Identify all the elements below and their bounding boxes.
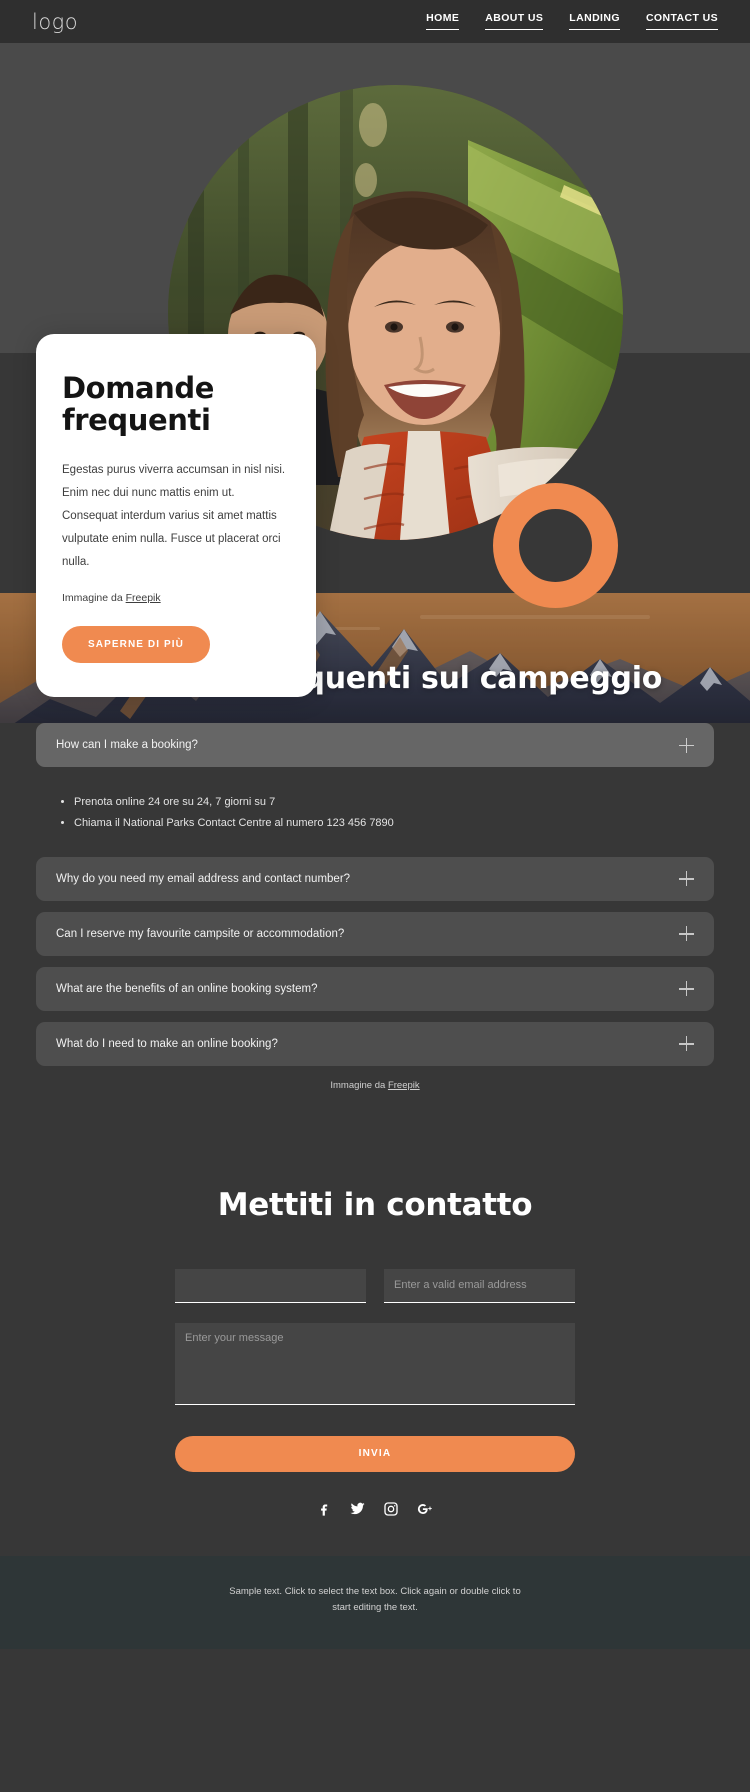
twitter-icon[interactable] <box>349 1500 366 1517</box>
faq-item-2[interactable]: Can I reserve my favourite campsite or a… <box>36 911 714 956</box>
faq-credit-prefix: Immagine da <box>330 1079 388 1091</box>
site-footer: Sample text. Click to select the text bo… <box>0 1555 750 1650</box>
faq-question-3: What are the benefits of an online booki… <box>56 982 318 995</box>
nav-item-home[interactable]: HOME <box>426 12 460 31</box>
plus-icon[interactable] <box>679 981 694 997</box>
main-navigation: HOME ABOUT US LANDING CONTACT US <box>426 12 719 31</box>
faq-item-3[interactable]: What are the benefits of an online booki… <box>36 966 714 1011</box>
site-header: logo HOME ABOUT US LANDING CONTACT US <box>0 0 750 43</box>
contact-form: INVIA <box>175 1268 575 1472</box>
message-field[interactable] <box>175 1322 575 1405</box>
footer-text: Sample text. Click to select the text bo… <box>229 1585 521 1613</box>
faq-image-credit: Immagine da Freepik <box>36 1080 714 1099</box>
faq-question-0: How can I make a booking? <box>56 739 198 751</box>
plus-icon[interactable] <box>679 926 694 942</box>
faq-answer-bullet: Chiama il National Parks Contact Centre … <box>74 813 714 834</box>
page-root: logo HOME ABOUT US LANDING CONTACT US Do… <box>0 0 750 1792</box>
faq-answer-bullet: Prenota online 24 ore su 24, 7 giorni su… <box>74 792 714 813</box>
contact-form-row <box>175 1268 575 1303</box>
plus-icon[interactable] <box>679 871 694 887</box>
submit-button[interactable]: INVIA <box>175 1435 575 1472</box>
faq-item-0[interactable]: How can I make a booking? <box>36 723 714 767</box>
facebook-icon[interactable] <box>316 1501 332 1517</box>
faq-credit-link[interactable]: Freepik <box>388 1080 420 1091</box>
faq-question-4: What do I need to make an online booking… <box>56 1037 278 1050</box>
nav-item-landing[interactable]: LANDING <box>569 12 620 31</box>
google-plus-icon[interactable] <box>416 1500 434 1518</box>
faq-question-1: Why do you need my email address and con… <box>56 872 351 885</box>
nav-item-about-us[interactable]: ABOUT US <box>485 12 544 31</box>
nav-item-contact-us[interactable]: CONTACT US <box>645 12 719 31</box>
learn-more-button[interactable]: SAPERNE DI PIÙ <box>62 625 210 663</box>
social-links <box>0 1500 750 1556</box>
name-field[interactable] <box>175 1268 366 1303</box>
hero-credit-prefix: Immagine da <box>62 591 126 604</box>
hero-info-card: Domande frequenti Egestas purus viverra … <box>36 334 316 697</box>
hero-section: Domande frequenti Egestas purus viverra … <box>0 43 750 697</box>
faq-question-2: Can I reserve my favourite campsite or a… <box>56 927 345 940</box>
faq-section: How can I make a booking? Prenota online… <box>0 723 750 1099</box>
contact-title: Mettiti in contatto <box>217 1186 533 1223</box>
faq-item-4[interactable]: What do I need to make an online booking… <box>36 1021 714 1066</box>
faq-answer-0: Prenota online 24 ore su 24, 7 giorni su… <box>36 778 714 857</box>
instagram-icon[interactable] <box>383 1501 399 1517</box>
contact-section: Mettiti in contatto INVIA <box>0 1098 750 1556</box>
plus-icon[interactable] <box>679 1036 694 1052</box>
plus-icon[interactable] <box>679 737 694 753</box>
site-logo[interactable]: logo <box>32 10 78 34</box>
hero-image-credit: Immagine da Freepik <box>62 592 290 604</box>
email-field[interactable] <box>384 1268 575 1303</box>
faq-item-1[interactable]: Why do you need my email address and con… <box>36 856 714 901</box>
page-title: Domande frequenti <box>62 371 215 438</box>
decorative-orange-ring <box>493 483 618 608</box>
hero-credit-link[interactable]: Freepik <box>126 592 161 604</box>
hero-card-body: Egestas purus viverra accumsan in nisl n… <box>62 463 286 568</box>
